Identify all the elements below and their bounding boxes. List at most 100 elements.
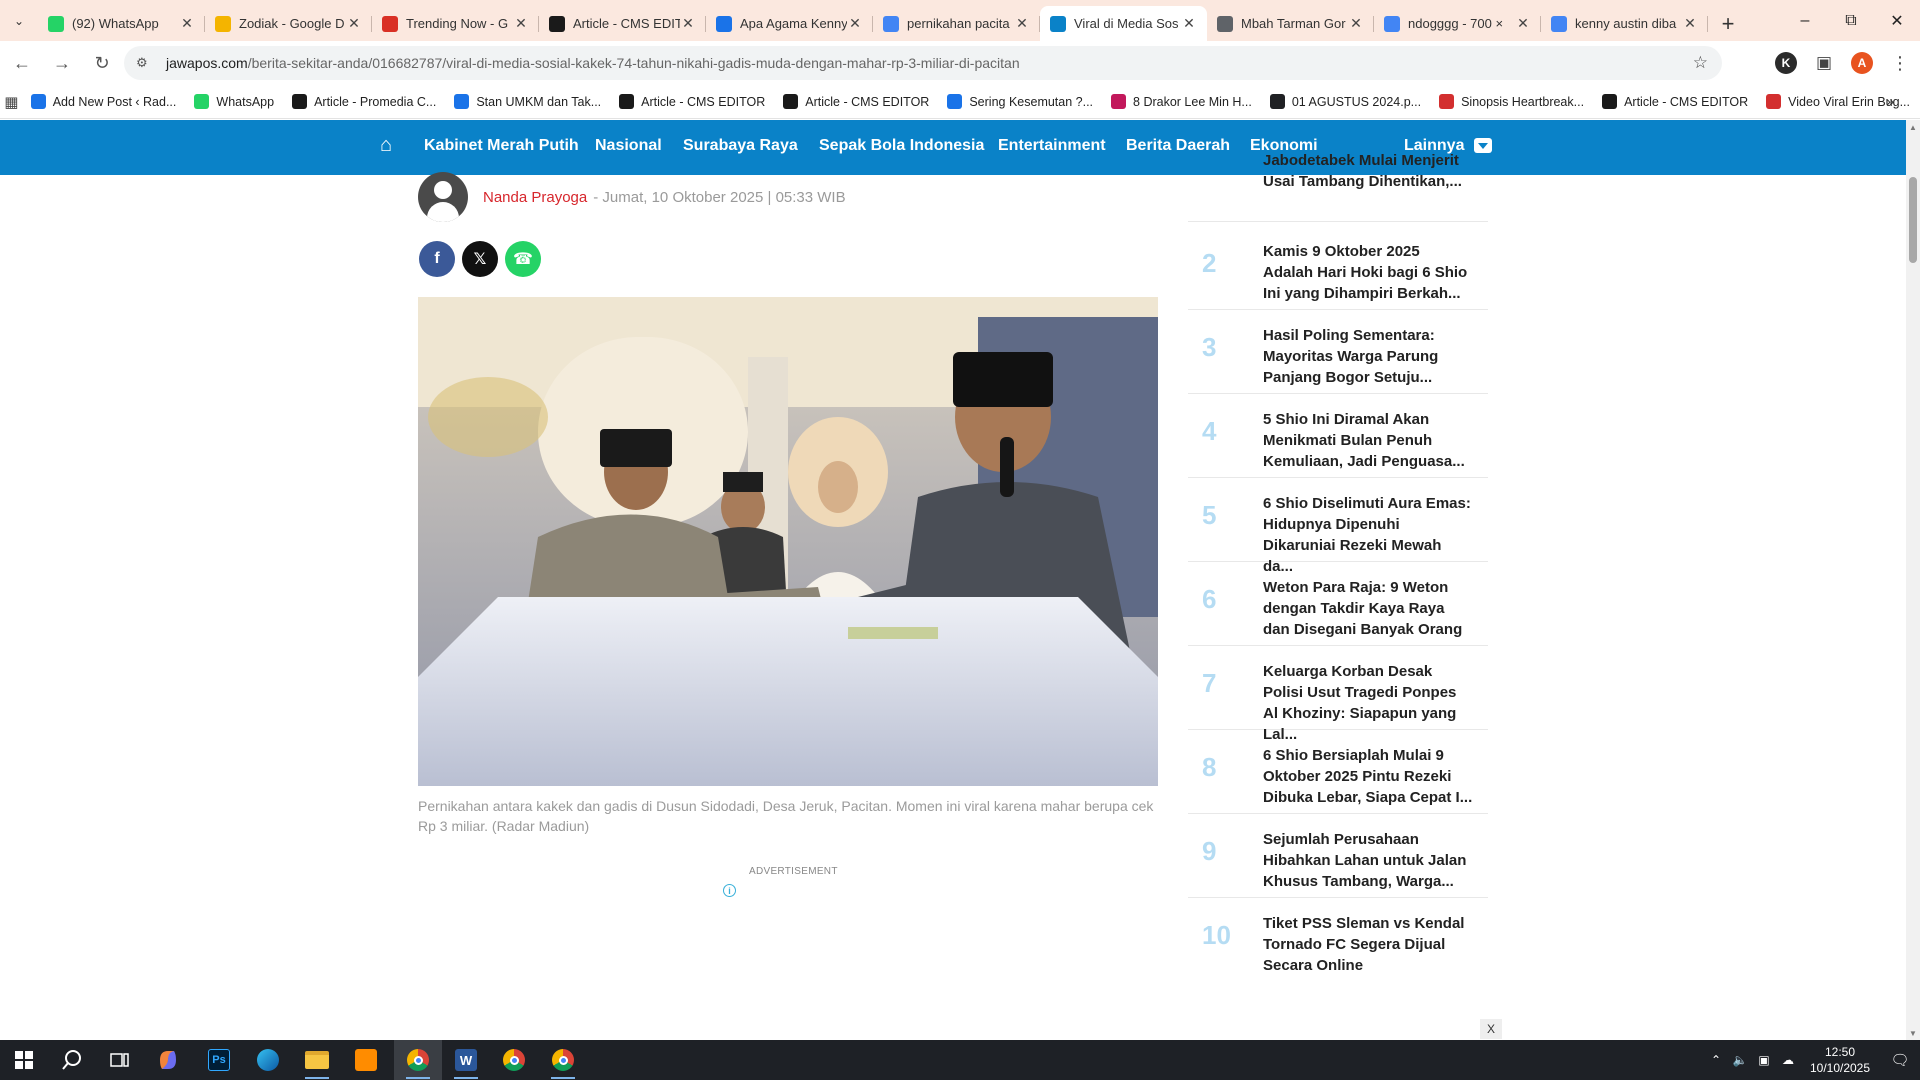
bookmark-item[interactable]: Video Viral Erin Bug... [1758,89,1920,115]
bookmark-item[interactable]: 01 AGUSTUS 2024.p... [1262,89,1431,115]
author-name[interactable]: Nanda Prayoga [483,189,587,206]
news-title-link[interactable]: Tiket PSS Sleman vs Kendal Tornado FC Se… [1263,913,1473,976]
browser-tab[interactable]: Trending Now - G ✕ [372,7,539,41]
task-view-button[interactable] [96,1040,144,1080]
close-tab-icon[interactable]: ✕ [1682,15,1698,32]
news-title-link[interactable]: Weton Para Raja: 9 Weton dengan Takdir K… [1263,577,1473,640]
ad-info-icon[interactable]: i [723,884,736,897]
restore-button[interactable]: ⧉ [1828,0,1874,41]
news-title-link[interactable]: Kamis 9 Oktober 2025 Adalah Hari Hoki ba… [1263,241,1473,304]
close-tab-icon[interactable]: ✕ [1515,15,1531,32]
menu-button[interactable]: ⋮ [1882,45,1918,81]
address-bar[interactable]: ⚙ jawapos.com/berita-sekitar-anda/016682… [124,46,1722,80]
bookmark-item[interactable]: Add New Post ‹ Rad... [23,89,187,115]
browser-tab[interactable]: Mbah Tarman Gor ✕ [1207,7,1374,41]
chrome-second-profile-taskbar-button[interactable] [539,1040,587,1080]
close-tab-icon[interactable]: ✕ [1181,15,1197,32]
bookmark-item[interactable]: Stan UMKM dan Tak... [446,89,611,115]
chevron-up-icon[interactable]: ⌃ [1704,1053,1728,1067]
forward-button[interactable]: → [44,45,80,81]
news-title-link[interactable]: Sejumlah Perusahaan Hibahkan Lahan untuk… [1263,829,1473,892]
bookmark-item[interactable]: Sinopsis Heartbreak... [1431,89,1594,115]
search-button[interactable] [48,1040,96,1080]
news-title-link[interactable]: 5 Shio Ini Diramal Akan Menikmati Bulan … [1263,409,1473,472]
new-tab-button[interactable]: + [1708,7,1748,41]
chrome-profile-taskbar-button[interactable] [394,1040,442,1080]
browser-tab[interactable]: ndogggg - 700 × ✕ [1374,7,1541,41]
minimize-button[interactable]: – [1782,0,1828,41]
word-taskbar-button[interactable]: W [442,1040,490,1080]
close-tab-icon[interactable]: ✕ [513,15,529,32]
browser-tab[interactable]: Zodiak - Google D ✕ [205,7,372,41]
browser-tab[interactable]: Apa Agama Kenny ✕ [706,7,873,41]
extension-k-button[interactable]: K [1768,45,1804,81]
bookmark-item[interactable]: WhatsApp [186,89,284,115]
bookmark-item[interactable]: Article - Promedia C... [284,89,446,115]
close-tab-icon[interactable]: ✕ [1348,15,1364,32]
network-icon[interactable]: ▣ [1752,1053,1776,1067]
chrome-taskbar-button[interactable] [490,1040,538,1080]
reload-button[interactable]: ↻ [84,45,120,81]
close-tab-icon[interactable]: ✕ [179,15,195,32]
close-tab-icon[interactable]: ✕ [346,15,362,32]
close-tab-icon[interactable]: ✕ [680,15,696,32]
sublime-taskbar-button[interactable] [342,1040,390,1080]
popular-news-item[interactable]: 10 Tiket PSS Sleman vs Kendal Tornado FC … [1188,898,1488,982]
browser-tab[interactable]: (92) WhatsApp ✕ [38,7,205,41]
more-bookmarks-button[interactable]: » [1886,93,1894,109]
volume-icon[interactable]: 🔈 [1728,1053,1752,1067]
x-share-button[interactable]: 𝕏 [462,241,498,277]
scroll-up-arrow-icon[interactable]: ▲ [1906,120,1920,134]
start-button[interactable] [0,1040,48,1080]
popular-news-item[interactable]: Jabodetabek Mulai Menjerit Usai Tambang … [1188,150,1488,222]
nav-surabaya-raya[interactable]: Surabaya Raya [683,137,798,155]
news-title-link[interactable]: 6 Shio Bersiaplah Mulai 9 Oktober 2025 P… [1263,745,1473,808]
browser-tab[interactable]: kenny austin diba ✕ [1541,7,1708,41]
close-tab-icon[interactable]: ✕ [847,15,863,32]
system-clock[interactable]: 12:50 10/10/2025 [1800,1044,1880,1076]
popular-news-item[interactable]: 56 Shio Diselimuti Aura Emas: Hidupnya D… [1188,478,1488,575]
close-ad-button[interactable]: X [1480,1019,1502,1039]
popular-news-item[interactable]: 3 Hasil Poling Sementara: Mayoritas Warga… [1188,310,1488,394]
profile-button[interactable]: A [1844,45,1880,81]
tab-search-button[interactable]: ⌄ [0,0,38,41]
onedrive-icon[interactable]: ☁ [1776,1053,1800,1067]
bookmark-star-icon[interactable]: ☆ [1693,53,1708,73]
nav-entertainment[interactable]: Entertainment [998,137,1106,155]
bookmark-item[interactable]: Article - CMS EDITOR [1594,89,1758,115]
home-icon[interactable]: ⌂ [380,134,392,157]
browser-tab[interactable]: Article - CMS EDIT ✕ [539,7,706,41]
page-scrollbar[interactable]: ▲ ▼ [1906,120,1920,1040]
file-explorer-taskbar-button[interactable] [293,1040,341,1080]
bookmark-item[interactable]: Article - CMS EDITOR [611,89,775,115]
close-window-button[interactable]: ✕ [1874,0,1920,41]
bookmark-item[interactable]: Sering Kesemutan ?... [939,89,1103,115]
popular-news-item[interactable]: 7 Keluarga Korban Desak Polisi Usut Trage… [1188,646,1488,743]
scroll-down-arrow-icon[interactable]: ▼ [1906,1026,1920,1040]
popular-news-item[interactable]: 9 Sejumlah Perusahaan Hibahkan Lahan untu… [1188,814,1488,898]
news-title-link[interactable]: Jabodetabek Mulai Menjerit Usai Tambang … [1263,150,1473,192]
nav-nasional[interactable]: Nasional [595,137,662,155]
popular-news-item[interactable]: 6 Weton Para Raja: 9 Weton dengan Takdir … [1188,562,1488,646]
popular-news-item[interactable]: 4 5 Shio Ini Diramal Akan Menikmati Bulan… [1188,394,1488,478]
nav-kabinet-merah-putih[interactable]: Kabinet Merah Putih [424,137,579,155]
copilot-taskbar-button[interactable] [144,1040,192,1080]
browser-tab[interactable]: Viral di Media Sos ✕ [1040,6,1207,41]
back-button[interactable]: ← [4,45,40,81]
whatsapp-share-button[interactable]: ☎ [505,241,541,277]
nav-sepak-bola-indonesia[interactable]: Sepak Bola Indonesia [819,137,984,155]
scrollbar-thumb[interactable] [1909,177,1917,263]
bookmark-item[interactable]: Article - CMS EDITOR [775,89,939,115]
extensions-button[interactable]: ▣ [1806,45,1842,81]
popular-news-item[interactable]: 2 Kamis 9 Oktober 2025 Adalah Hari Hoki b… [1188,226,1488,310]
apps-button[interactable]: ▦ [0,93,23,111]
notification-icon[interactable]: 🗨 [1880,1051,1920,1069]
news-title-link[interactable]: Hasil Poling Sementara: Mayoritas Warga … [1263,325,1473,388]
browser-tab[interactable]: pernikahan pacita ✕ [873,7,1040,41]
bookmark-item[interactable]: 8 Drakor Lee Min H... [1103,89,1262,115]
facebook-share-button[interactable]: f [419,241,455,277]
popular-news-item[interactable]: 8 6 Shio Bersiaplah Mulai 9 Oktober 2025 … [1188,730,1488,814]
site-info-icon[interactable]: ⚙ [136,55,156,71]
edge-taskbar-button[interactable] [244,1040,292,1080]
close-tab-icon[interactable]: ✕ [1014,15,1030,32]
